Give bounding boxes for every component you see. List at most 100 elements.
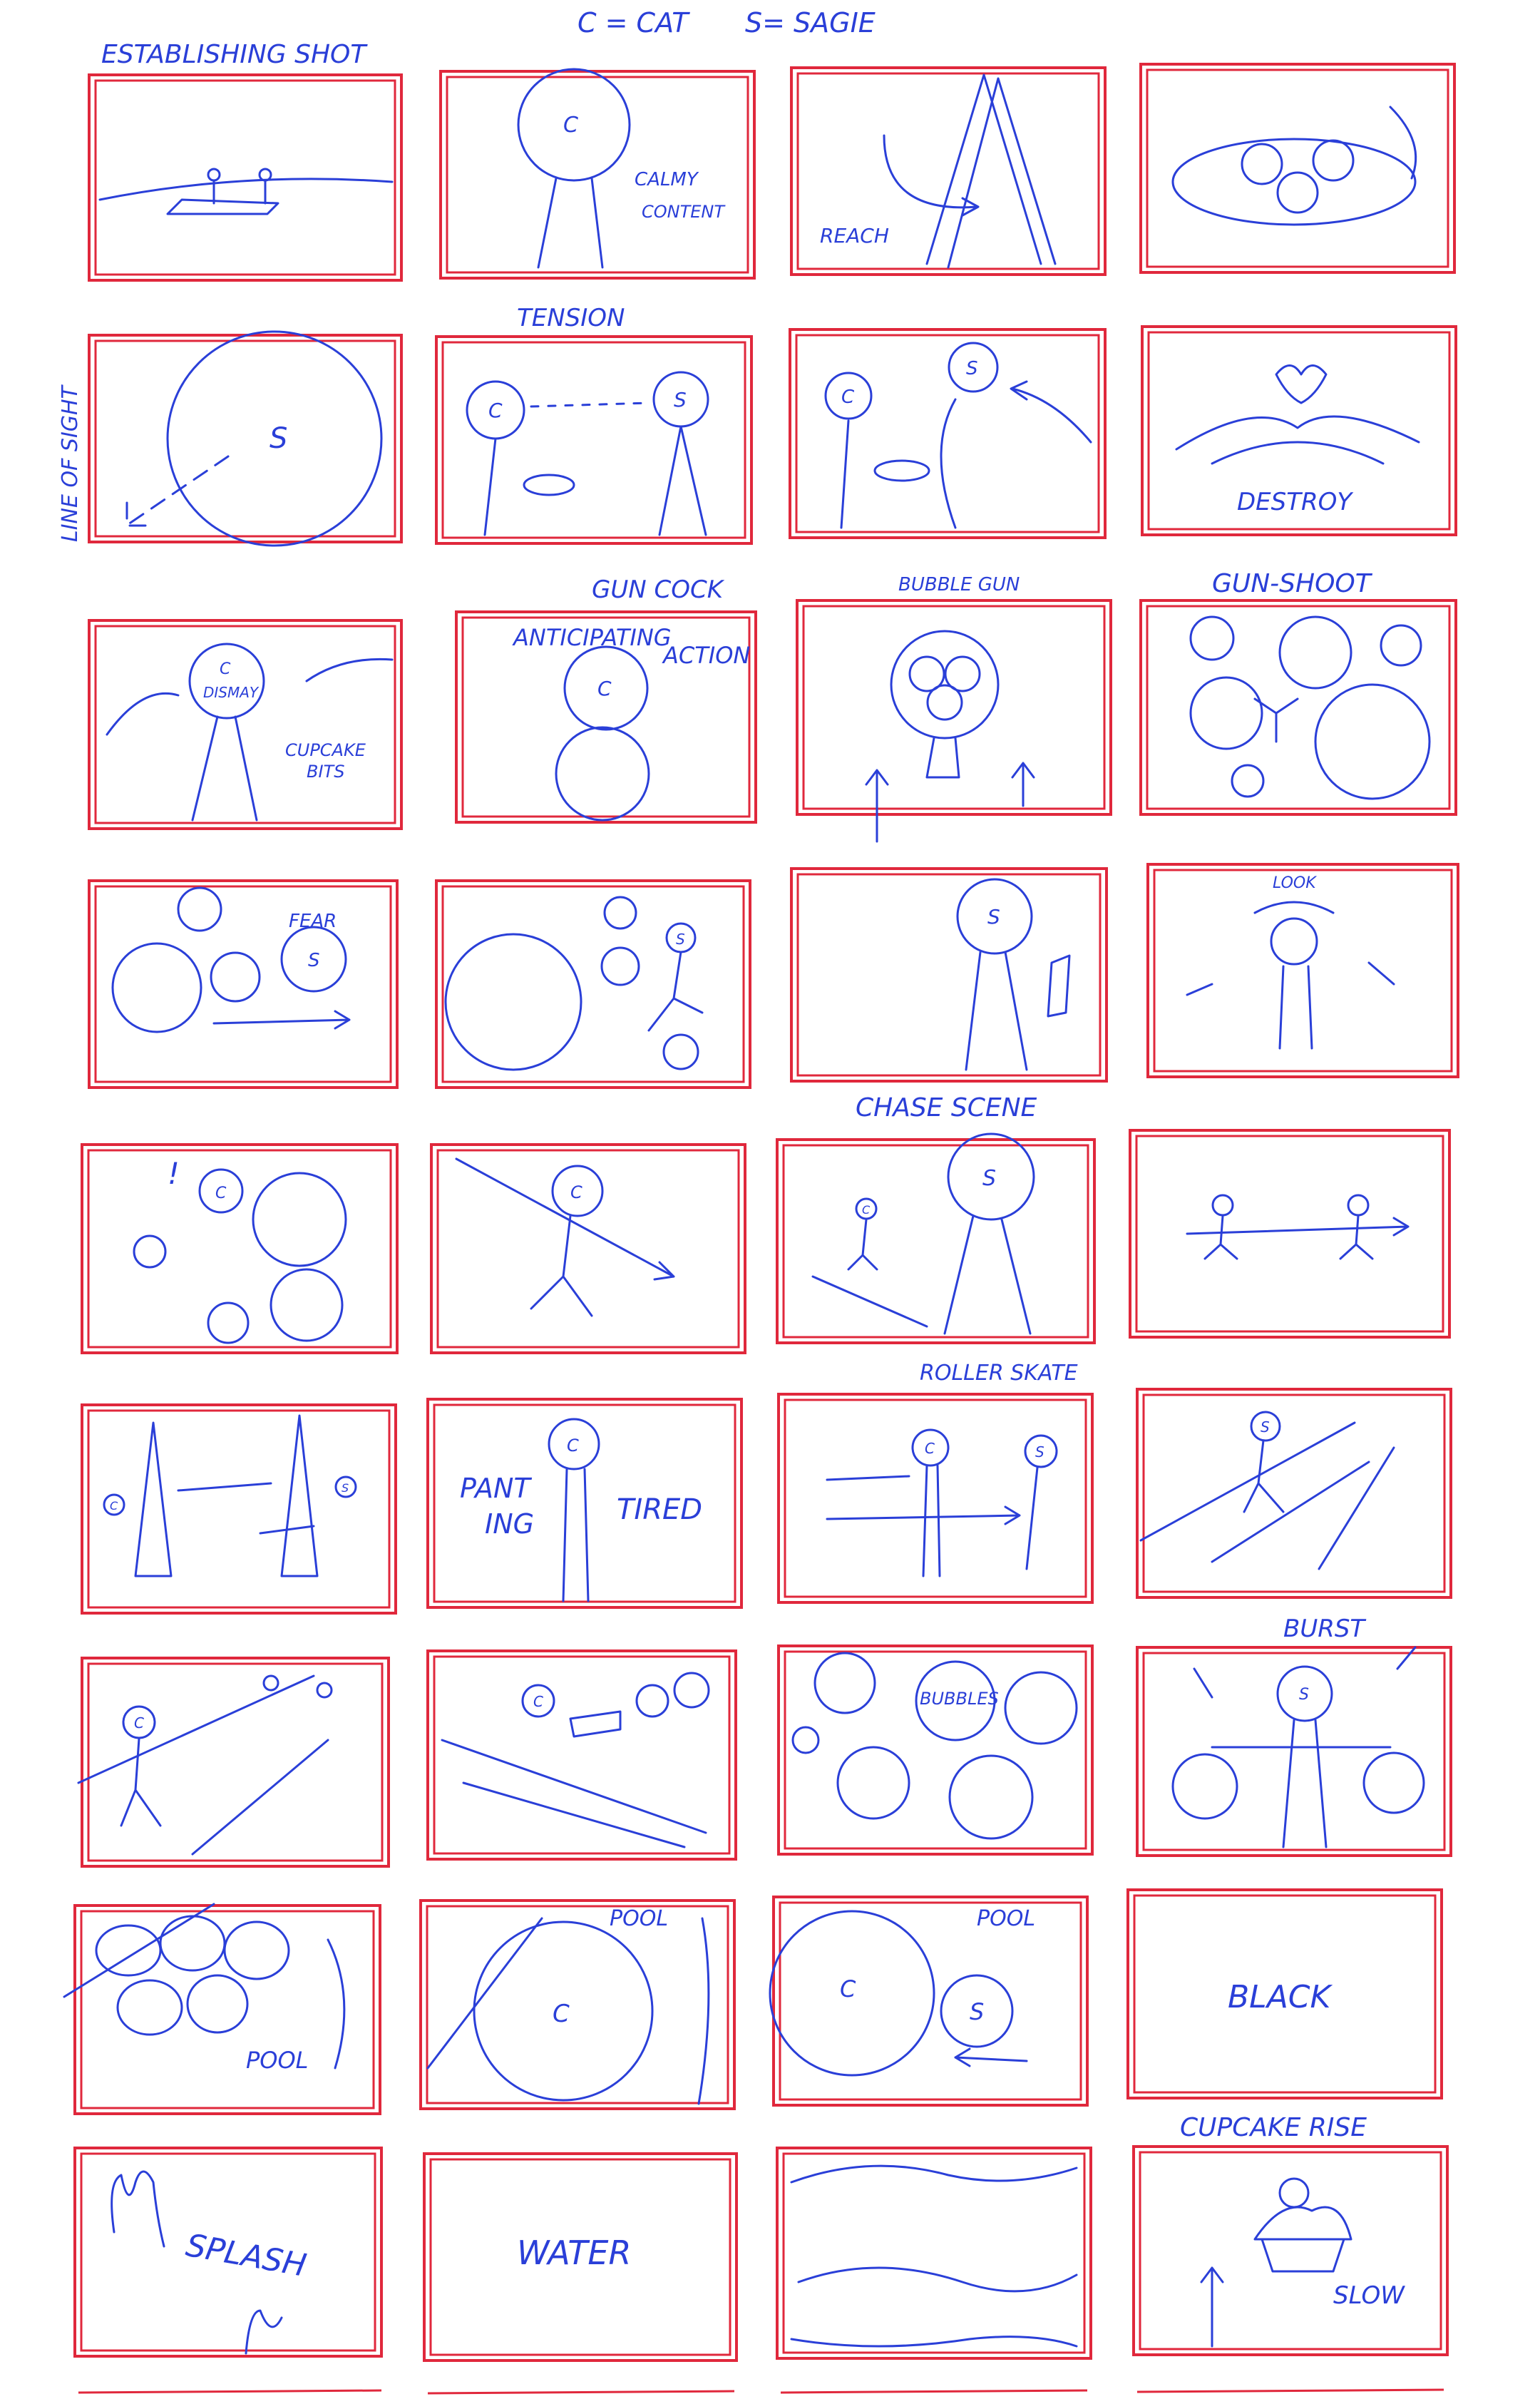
panel-frame bbox=[419, 1899, 736, 2110]
skate-wheel-sketch bbox=[262, 1674, 279, 1692]
bubble-sketch bbox=[133, 1234, 167, 1269]
rise-arrow-sketch bbox=[1200, 2266, 1224, 2348]
panel-2: C CALMY CONTENT bbox=[439, 68, 756, 280]
panel-31: POOL C S bbox=[769, 1896, 1089, 2107]
panel-label: S bbox=[1299, 1686, 1309, 1704]
panel-frame bbox=[81, 1657, 390, 1868]
panel-label: C bbox=[841, 387, 855, 408]
panel-frame bbox=[790, 867, 1108, 1083]
panel-label: S bbox=[308, 950, 320, 971]
panel-32: BLACK bbox=[1126, 1888, 1443, 2099]
panel-label: TIRED bbox=[617, 1493, 702, 1526]
panel-8: DESTROY bbox=[1141, 325, 1457, 536]
cupcake-plate-sketch bbox=[873, 459, 930, 482]
panel-label: C bbox=[567, 1436, 579, 1456]
panel-frame bbox=[1129, 1129, 1451, 1339]
water-surface-sketch bbox=[797, 2266, 1078, 2293]
panel-label: C bbox=[220, 660, 231, 678]
panel-label: C bbox=[215, 1185, 227, 1202]
panel-label: POOL bbox=[246, 2047, 309, 2074]
panel-label: S bbox=[676, 931, 685, 948]
panel-27: BUBBLES bbox=[777, 1644, 1094, 1856]
panel-9: C DISMAY CUPCAKE BITS bbox=[88, 619, 403, 830]
panel-caption: CHASE SCENE bbox=[856, 1093, 1037, 1122]
panel-frame-inner bbox=[1139, 2151, 1442, 2351]
reaching-arms-sketch bbox=[925, 73, 1057, 269]
figure-head-sketch bbox=[1347, 1194, 1370, 1217]
panel-label: DESTROY bbox=[1237, 488, 1353, 516]
panel-frame bbox=[88, 879, 399, 1089]
panel-label: C bbox=[563, 113, 578, 138]
panel-1: ESTABLISHING SHOT bbox=[88, 40, 403, 282]
panel-17: ! C bbox=[81, 1143, 399, 1354]
cat-body-sketch bbox=[562, 1468, 590, 1602]
panel-frame bbox=[772, 1896, 1089, 2107]
panel-35 bbox=[776, 2147, 1092, 2360]
skating-figure-sketch bbox=[1243, 1439, 1285, 1513]
panel-label: LOOK bbox=[1273, 874, 1317, 892]
panel-label: C bbox=[925, 1440, 935, 1457]
panel-23: ROLLER SKATE C S bbox=[777, 1361, 1094, 1604]
line-of-sight-arrow bbox=[125, 455, 230, 527]
chase-arrow-sketch bbox=[811, 1275, 928, 1328]
panel-frame bbox=[435, 879, 751, 1089]
panel-30: POOL C bbox=[419, 1899, 736, 2110]
panel-frame-inner bbox=[1146, 605, 1451, 810]
panel-label: REACH bbox=[820, 224, 889, 247]
cupcake-sketch bbox=[1241, 143, 1283, 185]
panel-frame-inner bbox=[87, 1409, 391, 1609]
panel-frame bbox=[777, 1644, 1094, 1856]
running-figure-sketch bbox=[847, 1218, 878, 1271]
panel-label: ! bbox=[168, 1156, 180, 1191]
panel-label: CUPCAKE bbox=[285, 740, 366, 760]
swoosh-sketch bbox=[1389, 106, 1417, 180]
panel-26: C bbox=[426, 1649, 737, 1861]
running-figure-sketch bbox=[647, 951, 704, 1032]
run-arrow-sketch bbox=[212, 1010, 351, 1030]
bubble-sketch bbox=[1004, 1671, 1078, 1745]
panel-frame-inner bbox=[1142, 1393, 1446, 1593]
motion-line-sketch bbox=[63, 1903, 346, 2070]
bubble-sketch bbox=[813, 1652, 876, 1714]
panel-label: C bbox=[570, 1182, 582, 1202]
panel-16: LOOK bbox=[1146, 863, 1459, 1078]
panel-frame bbox=[1132, 2145, 1449, 2356]
panel-12: GUN-SHOOT bbox=[1139, 569, 1457, 816]
up-arrow-sketch bbox=[865, 762, 1035, 843]
bubble-sketch bbox=[116, 1979, 183, 2036]
bubble-sketch bbox=[1189, 615, 1235, 661]
panel-label: S bbox=[270, 422, 287, 455]
hands-crushing-sketch bbox=[1175, 415, 1420, 465]
cupcake-sketch bbox=[1312, 139, 1355, 182]
bubble-sketch bbox=[1189, 676, 1263, 750]
picnic-blanket-sketch bbox=[166, 198, 279, 215]
push-arrow-sketch bbox=[954, 2047, 1028, 2067]
panel-caption: GUN COCK bbox=[592, 576, 725, 604]
figure-body-sketch bbox=[483, 425, 707, 536]
panel-label: SLOW bbox=[1333, 2281, 1405, 2310]
panel-label: S bbox=[966, 358, 978, 379]
bubble-sketch bbox=[1171, 1753, 1238, 1820]
bubble-sketch bbox=[926, 684, 963, 721]
figure-head-sketch bbox=[258, 168, 272, 182]
figure-body-sketch bbox=[212, 179, 267, 205]
splash-sketch bbox=[245, 2309, 283, 2355]
bubble-sketch bbox=[600, 946, 640, 986]
bubble-sketch bbox=[635, 1684, 669, 1718]
panel-caption: BUBBLE GUN bbox=[898, 574, 1020, 595]
panel-18: C bbox=[430, 1143, 746, 1354]
legend-sage: S= SAGIE bbox=[745, 7, 876, 39]
panel-34: WATER bbox=[423, 2152, 738, 2362]
figure-body-sketch bbox=[1278, 965, 1313, 1050]
motion-line-sketch bbox=[1139, 1421, 1395, 1570]
legend-cat: C = CAT bbox=[578, 7, 690, 39]
bubble-sketch bbox=[159, 1915, 226, 1972]
panel-frame-inner bbox=[784, 1398, 1087, 1598]
panel-3: REACH bbox=[790, 66, 1107, 276]
cat-body-sketch bbox=[191, 715, 258, 822]
bubble-sketch bbox=[1278, 615, 1352, 690]
bubble-sketch bbox=[662, 1033, 699, 1070]
panel-label: PANT bbox=[460, 1473, 532, 1504]
skate-lines-sketch bbox=[826, 1475, 1021, 1525]
panel-28: BURST S bbox=[1136, 1615, 1452, 1857]
